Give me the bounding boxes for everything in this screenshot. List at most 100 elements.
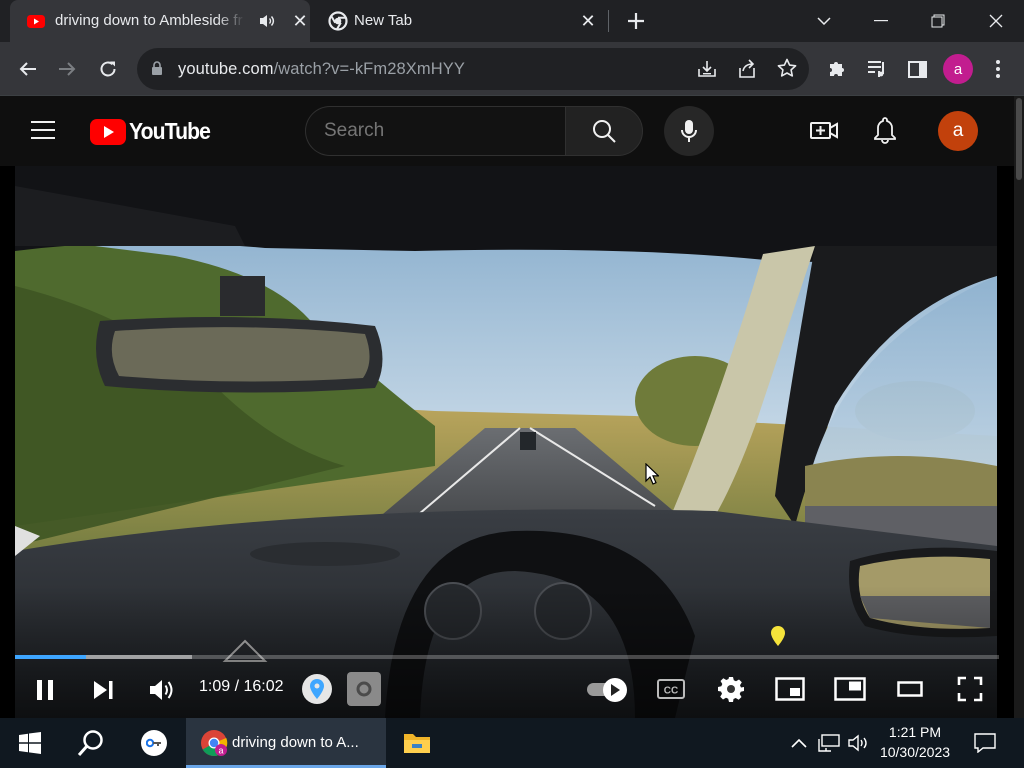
miniplayer-icon [775,677,805,701]
mute-button[interactable] [145,673,179,707]
speech-bubble-icon [974,733,996,753]
speaker-icon [848,734,867,752]
windows-logo-icon [19,732,41,754]
address-bar[interactable]: youtube.com/watch?v=-kFm28XmHYY [137,48,809,90]
volume-button[interactable] [845,718,873,768]
tab-title: New Tab [354,12,413,29]
tab-new-tab[interactable]: New Tab ✕ [312,0,608,42]
side-panel-icon [907,60,927,78]
tab-search-button[interactable] [796,0,852,42]
browser-toolbar: youtube.com/watch?v=-kFm28XmHYY a [0,42,1024,96]
folder-icon [404,734,430,753]
gear-icon [718,677,744,702]
video-player[interactable]: 1:09 / 16:02 CC [0,166,1014,718]
network-icon [818,734,840,752]
taskbar-clock[interactable]: 1:21 PM 10/30/2023 [872,722,958,762]
back-button[interactable] [14,55,42,83]
media-control-button[interactable] [863,55,891,83]
chrome-menu-button[interactable] [984,55,1012,83]
close-window-button[interactable] [968,0,1024,42]
chrome-icon [328,11,348,31]
hamburger-icon [31,121,55,139]
time-display: 1:09 / 16:02 [199,678,284,695]
map-pin-marker-icon [771,626,785,646]
scrollbar-thumb[interactable] [1016,98,1022,180]
clock-time: 1:21 PM [888,724,942,740]
reload-icon [100,61,116,77]
microphone-icon [681,120,697,142]
close-tab-icon[interactable]: ✕ [290,11,310,31]
chevron-up-icon [791,738,807,748]
file-explorer-button[interactable] [392,718,442,768]
start-button[interactable] [0,718,60,768]
camera-lens-icon [356,681,372,697]
bell-icon [874,117,896,144]
reload-button[interactable] [94,55,122,83]
arrow-left-icon [19,62,36,76]
theater-mode-icon [897,681,923,697]
lock-icon [152,61,162,75]
clock-date: 10/30/2023 [879,744,951,760]
taskbar-search-button[interactable] [66,718,116,768]
close-tab-icon[interactable]: ✕ [578,11,598,31]
create-button[interactable] [810,118,838,147]
side-panel-button[interactable] [903,55,931,83]
captions-button[interactable]: CC [654,674,688,704]
youtube-icon [27,15,45,28]
youtube-logo[interactable]: YouTube [90,118,217,145]
voice-search-button[interactable] [664,106,714,156]
guide-menu-button[interactable] [30,120,56,145]
profile-initial: a [953,60,963,78]
media-queue-icon [868,61,884,77]
arrow-right-icon [59,62,76,76]
show-hidden-icons-button[interactable] [786,718,812,768]
notifications-button[interactable] [873,116,897,149]
notifications-center-button[interactable] [968,718,1002,768]
network-button[interactable] [815,718,843,768]
speaker-icon[interactable] [258,13,276,29]
miniplayer-button[interactable] [772,674,808,704]
taskbar-chrome-window[interactable]: a driving down to A... [186,718,386,768]
chrome-logo-icon: a [201,730,228,757]
forward-button[interactable] [53,55,81,83]
youtube-play-logo-icon [90,118,126,145]
key-icon [146,738,161,748]
minimize-icon [874,20,888,22]
map-marker-icon [310,679,324,699]
windows-taskbar: a driving down to A... 1:21 PM 10/30/202… [0,718,1024,768]
video-camera-plus-icon [810,122,838,139]
settings-button[interactable] [714,672,748,706]
tab-divider [608,10,609,32]
autoplay-knob [603,678,627,702]
pause-button[interactable] [28,673,62,707]
tab-youtube[interactable]: driving down to Ambleside fr ✕ [10,0,310,42]
new-tab-button[interactable] [622,8,650,34]
search-icon [77,730,103,756]
taskbar-app-button[interactable] [130,718,178,768]
page-scrollbar[interactable] [1014,96,1024,718]
screenshot-extension-button[interactable] [347,672,381,706]
next-button[interactable] [86,673,120,707]
location-extension-button[interactable] [302,674,332,704]
autoplay-toggle[interactable] [585,676,629,702]
extensions-button[interactable] [823,55,851,83]
share-icon[interactable] [737,59,757,79]
profile-avatar-button[interactable]: a [943,54,973,84]
account-initial: a [952,120,964,141]
minimize-button[interactable] [853,0,909,42]
tab-title: driving down to Ambleside fr [55,12,243,29]
url-text: youtube.com/watch?v=-kFm28XmHYY [178,60,465,79]
install-app-icon[interactable] [697,59,717,79]
picture-in-picture-button[interactable] [832,674,868,704]
puzzle-icon [830,62,844,76]
bookmark-star-icon[interactable] [777,58,797,78]
close-icon [989,14,1003,28]
search-input[interactable] [324,120,554,142]
progress-bar[interactable] [15,655,999,659]
fullscreen-button[interactable] [952,672,988,706]
theater-mode-button[interactable] [892,674,928,704]
search-button[interactable] [565,106,643,156]
skip-next-icon [94,681,113,699]
restore-button[interactable] [910,0,966,42]
account-avatar[interactable]: a [938,111,978,151]
